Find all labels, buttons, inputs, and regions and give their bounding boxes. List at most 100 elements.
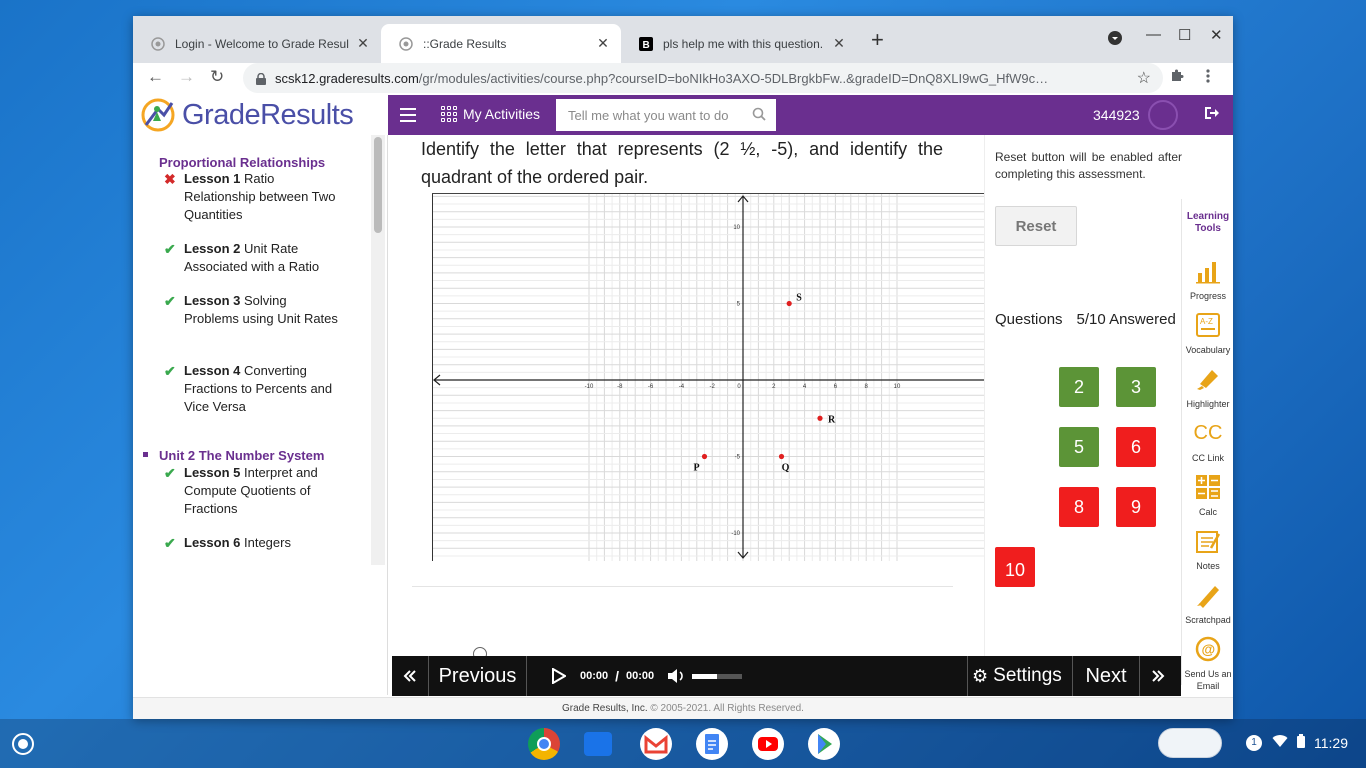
tool-label: Notes: [1196, 561, 1220, 571]
reload-icon[interactable]: ↻: [210, 67, 224, 87]
tool-progress[interactable]: Progress: [1182, 256, 1234, 302]
close-window-icon[interactable]: ✕: [1210, 26, 1223, 44]
tool-calc[interactable]: Calc: [1182, 472, 1234, 518]
sidebar-item-lesson-5[interactable]: Lesson 5 Interpret and Compute Quotients…: [184, 464, 344, 518]
forward-icon[interactable]: →: [178, 67, 195, 87]
tab-brainly[interactable]: B pls help me with this question. -… ✕: [621, 24, 857, 63]
sidebar-item-lesson-6[interactable]: Lesson 6 Integers: [184, 534, 344, 552]
tab-search-icon[interactable]: [1107, 30, 1123, 50]
x-tick-label: -6: [648, 384, 654, 390]
back-icon[interactable]: ←: [147, 67, 164, 87]
volume-slider[interactable]: [692, 656, 742, 696]
menu-kebab-icon[interactable]: [1205, 68, 1211, 89]
divider: [412, 586, 953, 587]
question-text: Identify the letter that represents (2 ½…: [421, 139, 943, 187]
first-page-icon[interactable]: [392, 656, 428, 696]
tool-notes[interactable]: Notes: [1182, 526, 1234, 572]
progress-icon: [1182, 256, 1234, 286]
question-button-10[interactable]: 10: [995, 547, 1035, 587]
company-name: Grade Results, Inc.: [562, 703, 648, 714]
question-button-2[interactable]: 2: [1059, 367, 1099, 407]
settings-button[interactable]: ⚙ Settings: [972, 656, 1062, 696]
tab-grade-results[interactable]: ::Grade Results ✕: [381, 24, 621, 63]
volume-icon[interactable]: [667, 656, 685, 696]
tool-send-email[interactable]: @ Send Us an Email: [1182, 634, 1234, 692]
unit-2-title[interactable]: Unit 2 The Number System: [159, 448, 324, 463]
scrollbar-thumb[interactable]: [374, 137, 382, 233]
sidebar-item-lesson-3[interactable]: Lesson 3 Solving Problems using Unit Rat…: [184, 292, 344, 328]
new-tab-icon[interactable]: +: [871, 29, 884, 51]
address-bar[interactable]: scsk12.graderesults.com/gr/modules/activ…: [243, 63, 1163, 93]
close-tab-icon[interactable]: ✕: [595, 35, 611, 52]
divider: [967, 656, 968, 696]
question-button-8[interactable]: 8: [1059, 487, 1099, 527]
extensions-icon[interactable]: [1169, 68, 1185, 89]
reset-button[interactable]: Reset: [995, 206, 1077, 246]
close-tab-icon[interactable]: ✕: [355, 35, 371, 52]
notification-count[interactable]: 1: [1246, 734, 1262, 751]
x-tick-label: 6: [834, 384, 838, 390]
tote-icon[interactable]: [1158, 728, 1222, 758]
cc-icon: CC: [1193, 422, 1223, 444]
docs-icon[interactable]: [696, 728, 728, 760]
question-button-6[interactable]: 6: [1116, 427, 1156, 467]
checkmark-icon: ✔: [164, 241, 176, 257]
section-title[interactable]: Proportional Relationships: [159, 155, 325, 170]
point-label-p: P: [693, 463, 699, 474]
sidebar-item-lesson-1[interactable]: Lesson 1 Ratio Relationship between Two …: [184, 170, 344, 224]
avatar[interactable]: [1148, 100, 1178, 130]
logout-icon[interactable]: [1203, 105, 1219, 126]
previous-button[interactable]: Previous: [429, 656, 526, 696]
question-button-3[interactable]: 3: [1116, 367, 1156, 407]
tool-highlighter[interactable]: Highlighter: [1182, 364, 1234, 410]
chrome-icon[interactable]: [528, 728, 560, 760]
wifi-icon: [1272, 734, 1288, 751]
next-button[interactable]: Next: [1073, 656, 1139, 696]
my-activities-link[interactable]: My Activities: [441, 106, 540, 122]
play-store-icon[interactable]: [808, 728, 840, 760]
gmail-icon[interactable]: [640, 728, 672, 760]
tool-vocabulary[interactable]: A-Z Vocabulary: [1182, 310, 1234, 356]
lesson-number: Lesson 1: [184, 171, 241, 186]
files-icon[interactable]: [584, 732, 612, 756]
media-player-bar: Previous 00:00 / 00:00 ⚙ Settings Next: [392, 656, 1181, 696]
y-tick-label: 10: [733, 225, 740, 231]
search-input[interactable]: Tell me what you want to do: [556, 99, 776, 131]
close-tab-icon[interactable]: ✕: [831, 35, 847, 52]
last-page-icon[interactable]: [1140, 656, 1176, 696]
sidebar-scrollbar[interactable]: [371, 135, 385, 565]
tool-scratchpad[interactable]: Scratchpad: [1182, 580, 1234, 626]
checkmark-icon: ✔: [164, 535, 176, 551]
bookmark-star-icon[interactable]: ☆: [1137, 68, 1151, 88]
search-icon[interactable]: [752, 107, 766, 124]
question-button-5[interactable]: 5: [1059, 427, 1099, 467]
x-tick-label: 10: [894, 384, 901, 390]
logo-text: GradeResults: [182, 98, 354, 131]
tab-title: Login - Welcome to Grade Resul…: [175, 36, 349, 51]
point-label-s: S: [796, 293, 802, 304]
question-button-9[interactable]: 9: [1116, 487, 1156, 527]
tool-label: Scratchpad: [1185, 615, 1231, 625]
tool-cc-link[interactable]: CC CC Link: [1182, 418, 1234, 464]
plot-point-s: [786, 300, 792, 307]
checkmark-icon: ✔: [164, 293, 176, 309]
page-footer: Grade Results, Inc. © 2005-2021. All Rig…: [133, 697, 1233, 719]
graderesults-logo[interactable]: GradeResults: [138, 95, 388, 135]
minimize-icon[interactable]: —: [1146, 26, 1161, 43]
highlighter-icon: [1182, 364, 1234, 394]
point-label-q: Q: [782, 463, 790, 474]
play-icon[interactable]: [552, 656, 566, 696]
notes-icon: [1182, 526, 1234, 556]
launcher-icon[interactable]: [12, 733, 34, 755]
youtube-icon[interactable]: [752, 728, 784, 760]
time-total: 00:00: [626, 670, 655, 682]
volume-fill: [692, 673, 717, 679]
tab-login[interactable]: Login - Welcome to Grade Resul… ✕: [133, 24, 381, 63]
sidebar-item-lesson-4[interactable]: Lesson 4 Converting Fractions to Percent…: [184, 362, 344, 416]
sidebar-item-lesson-2[interactable]: Lesson 2 Unit Rate Associated with a Rat…: [184, 240, 344, 276]
url-path: /gr/modules/activities/course.php?course…: [418, 70, 1049, 86]
status-tray[interactable]: 1 11:29: [1246, 734, 1348, 751]
maximize-icon[interactable]: ☐: [1178, 26, 1191, 44]
hamburger-menu-icon[interactable]: [400, 108, 416, 122]
y-tick-label: -10: [731, 531, 740, 537]
